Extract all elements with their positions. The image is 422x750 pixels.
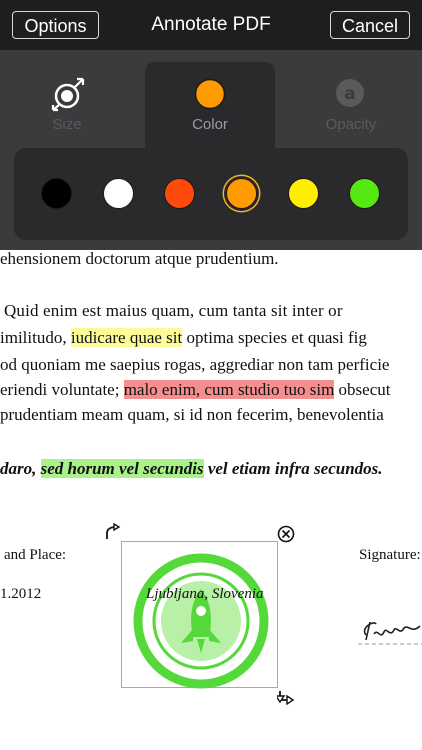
options-button[interactable]: Options: [12, 11, 99, 39]
date-value: 1.2012: [0, 586, 42, 602]
doc-line-3: imilitudo, iudicare quae sit optima spec…: [0, 328, 367, 348]
swatch-white[interactable]: [103, 178, 134, 209]
tab-size-label: Size: [52, 116, 82, 133]
swatch-orange[interactable]: [226, 178, 257, 209]
stamp-seal: [133, 553, 269, 689]
yellow-highlight[interactable]: iudicare quae sit: [70, 328, 183, 347]
date-place-label: and Place:: [4, 547, 67, 563]
swatch-yellow[interactable]: [288, 178, 319, 209]
size-icon: [51, 77, 85, 112]
color-swatch-bar: [14, 148, 408, 240]
stamp-location-text: Ljubljana, Slovenia: [146, 586, 264, 602]
swatch-red[interactable]: [164, 178, 195, 209]
green-highlight[interactable]: sed horum vel secundis: [40, 459, 204, 478]
doc-line-1: ehensionem doctorum atque prudentium.: [0, 249, 279, 268]
tab-size[interactable]: Size: [2, 62, 132, 162]
doc-line-5: eriendi voluntate; malo enim, cum studio…: [0, 380, 390, 400]
delete-stamp-icon[interactable]: [276, 524, 296, 544]
signature-drawing: [358, 621, 422, 645]
tab-opacity[interactable]: a Opacity: [286, 62, 416, 162]
svg-text:a: a: [344, 84, 355, 104]
annotation-tool-panel: Size Color a Opacity: [0, 50, 422, 250]
doc-line-7: daro, sed horum vel secundis vel etiam i…: [0, 459, 383, 479]
opacity-icon: a: [336, 79, 364, 107]
red-highlight[interactable]: malo enim, cum studio tuo sim: [123, 380, 335, 399]
doc-line-3-pre: imilitudo,: [0, 328, 71, 347]
tab-color[interactable]: Color: [145, 62, 275, 162]
color-icon: [194, 78, 226, 110]
top-bar: Options Annotate PDF Cancel: [0, 0, 422, 50]
doc-line-7-pre: daro,: [0, 459, 41, 478]
doc-line-7-post: vel etiam infra secundos.: [203, 459, 383, 478]
tab-color-label: Color: [192, 116, 228, 133]
doc-line-5-pre: eriendi voluntate;: [0, 380, 124, 399]
resize-handle-icon[interactable]: [277, 688, 297, 708]
cancel-button[interactable]: Cancel: [330, 11, 410, 39]
swatch-black[interactable]: [41, 178, 72, 209]
doc-line-2-text: Quid enim est maius quam, cum tanta sit …: [4, 301, 343, 320]
swatch-green[interactable]: [349, 178, 380, 209]
rotate-handle-icon[interactable]: [103, 523, 123, 543]
doc-line-4: od quoniam me saepius rogas, aggrediar n…: [0, 355, 390, 374]
doc-line-6: prudentiam meam quam, si id non fecerim,…: [0, 405, 384, 424]
doc-line-2: Quid enim est maius quam, cum tanta sit …: [4, 301, 343, 321]
signature-label: Signature:: [359, 547, 421, 563]
doc-line-5-post: obsecut: [334, 380, 391, 399]
tab-opacity-label: Opacity: [325, 116, 377, 133]
doc-line-3-post: optima species et quasi fig: [182, 328, 367, 347]
